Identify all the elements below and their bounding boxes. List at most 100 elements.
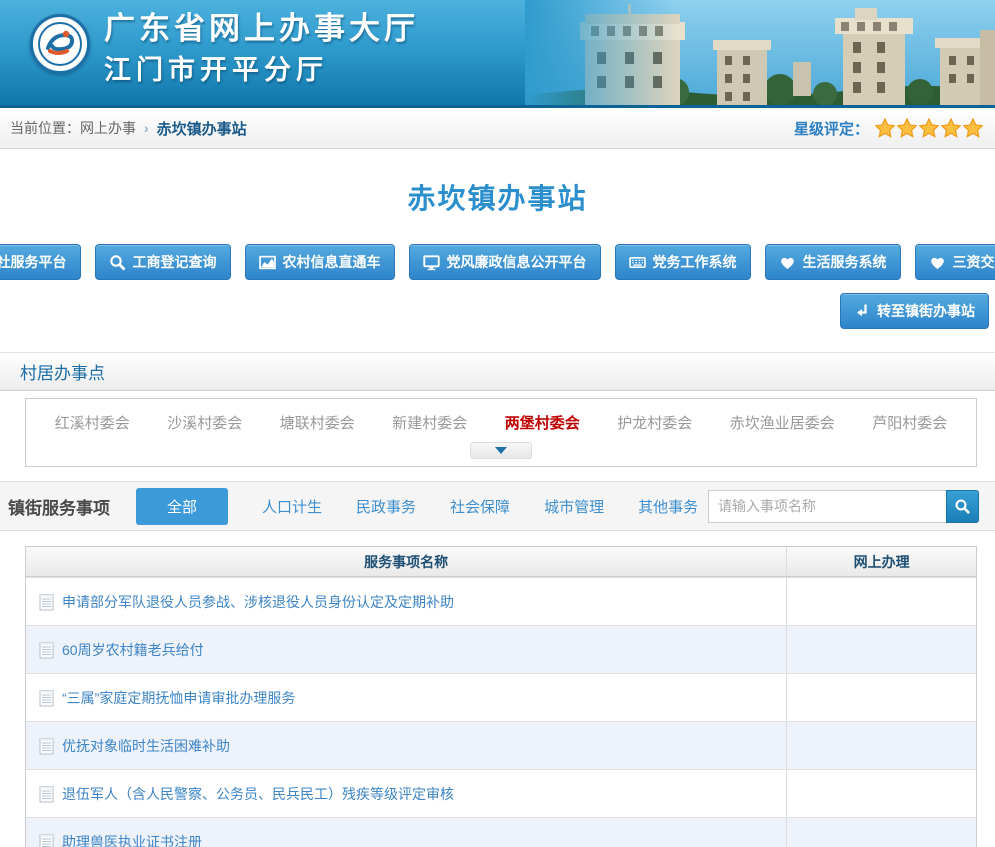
goto-town-station-button[interactable]: 转至镇街办事站 [840,293,989,329]
logo-swirl-icon [38,22,82,66]
table-row: “三属”家庭定期抚恤申请审批办理服务 [26,673,976,721]
site-subtitle: 江门市开平分厅 [104,50,419,90]
return-arrow-icon [854,303,870,319]
platform-button-label: 工商登记查询 [133,252,217,272]
platform-button-rural-info[interactable]: 农村信息直通车 [245,244,395,280]
platform-button-label: 党务工作系统 [653,252,737,272]
platform-button-label: 生活服务系统 [803,252,887,272]
chevron-right-icon: › [144,120,149,136]
rating-label: 星级评定： [794,118,869,139]
star-icon [919,118,939,138]
expand-villages-button[interactable] [470,442,532,459]
service-item-link[interactable]: 60周岁农村籍老兵给付 [62,640,204,660]
breadcrumb-current: 赤坎镇办事站 [157,118,247,139]
breadcrumb: 当前位置： 网上办事 › 赤坎镇办事站 [10,118,247,139]
online-cell [786,674,976,721]
village-section-title: 村居办事点 [20,359,105,384]
platform-button-party-disclosure[interactable]: 党风廉政信息公开平台 [409,244,601,280]
village-expand-row [36,442,966,459]
site-header: 广东省网上办事大厅 江门市开平分厅 [0,0,995,108]
village-section-header: 村居办事点 [0,352,995,391]
online-cell [786,818,976,847]
document-icon [39,641,54,659]
service-item-link[interactable]: 申请部分军队退役人员参战、涉核退役人员身份认定及定期补助 [62,592,454,612]
tab-civil-affairs[interactable]: 民政事务 [356,496,416,517]
search-icon [954,498,971,515]
document-icon [39,785,54,803]
site-logo[interactable] [30,14,90,74]
heart-icon [929,254,946,271]
platform-button-business-registry[interactable]: 工商登记查询 [95,244,231,280]
village-link-xinjian[interactable]: 新建村委会 [392,412,467,433]
service-section-title: 镇街服务事项 [8,494,110,519]
table-row: 退伍军人（含人民警察、公务员、民兵民工）残疾等级评定审核 [26,769,976,817]
document-icon [39,593,54,611]
village-link-chikan-fishery[interactable]: 赤坎渔业居委会 [730,412,835,433]
search-button[interactable] [946,490,979,523]
star-icon [963,118,983,138]
column-header-service-name: 服务事项名称 [26,547,786,576]
page-title: 赤坎镇办事站 [0,177,995,217]
village-link-shaxi[interactable]: 沙溪村委会 [167,412,242,433]
platform-button-label: 党风廉政信息公开平台 [447,252,587,272]
tab-other-affairs[interactable]: 其他事务 [638,496,698,517]
search-input[interactable] [708,490,946,523]
breadcrumb-prefix: 当前位置： [10,118,80,138]
document-icon [39,737,54,755]
star-icon [941,118,961,138]
redirect-button-label: 转至镇街办事站 [877,301,975,321]
table-row: 助理兽医执业证书注册 [26,817,976,847]
platform-button-life-services[interactable]: 生活服务系统 [765,244,901,280]
service-filter-bar: 镇街服务事项 全部 人口计生 民政事务 社会保障 城市管理 其他事务 [0,481,995,531]
table-row: 申请部分军队退役人员参战、涉核退役人员身份认定及定期补助 [26,577,976,625]
village-link-luyang[interactable]: 芦阳村委会 [872,412,947,433]
service-item-link[interactable]: 助理兽医执业证书注册 [62,832,202,847]
village-link-hongxi[interactable]: 红溪村委会 [55,412,130,433]
platform-button-label: 农村信息直通车 [283,252,381,272]
online-cell [786,578,976,625]
service-tabs: 全部 人口计生 民政事务 社会保障 城市管理 其他事务 [136,488,708,525]
monitor-icon [423,254,440,271]
village-box: 红溪村委会 沙溪村委会 塘联村委会 新建村委会 两堡村委会 护龙村委会 赤坎渔业… [25,398,977,467]
online-cell [786,722,976,769]
search-box [708,490,979,523]
village-link-liangbao[interactable]: 两堡村委会 [505,412,580,433]
table-row: 60周岁农村籍老兵给付 [26,625,976,673]
site-title: 广东省网上办事大厅 [104,8,419,50]
tab-all[interactable]: 全部 [136,488,228,525]
platform-button-assets-trading[interactable]: 三资交易平台 [915,244,995,280]
document-icon [39,689,54,707]
village-links: 红溪村委会 沙溪村委会 塘联村委会 新建村委会 两堡村委会 护龙村委会 赤坎渔业… [36,412,966,433]
village-link-tanglian[interactable]: 塘联村委会 [280,412,355,433]
keyboard-icon [629,254,646,271]
tab-social-security[interactable]: 社会保障 [450,496,510,517]
header-buildings-image [525,0,995,108]
service-item-link[interactable]: 退伍军人（含人民警察、公务员、民兵民工）残疾等级评定审核 [62,784,454,804]
star-rating: 星级评定： [794,118,983,139]
table-header-row: 服务事项名称 网上办理 [26,547,976,577]
platform-button-social-services[interactable]: 人社服务平台 [0,244,81,280]
service-table: 服务事项名称 网上办理 申请部分军队退役人员参战、涉核退役人员身份认定及定期补助… [25,546,977,847]
service-item-link[interactable]: “三属”家庭定期抚恤申请审批办理服务 [62,688,295,708]
chart-icon [259,254,276,271]
star-icon [875,118,895,138]
service-item-link[interactable]: 优抚对象临时生活困难补助 [62,736,230,756]
tab-population[interactable]: 人口计生 [262,496,322,517]
tab-city-management[interactable]: 城市管理 [544,496,604,517]
heart-icon [779,254,796,271]
breadcrumb-bar: 当前位置： 网上办事 › 赤坎镇办事站 星级评定： [0,108,995,149]
magnifier-icon [109,254,126,271]
chevron-down-icon [495,447,507,454]
document-icon [39,833,54,847]
online-cell [786,626,976,673]
platform-button-label: 三资交易平台 [953,252,995,272]
platform-button-label: 人社服务平台 [0,252,67,272]
redirect-row: 转至镇街办事站 [0,293,989,329]
star-icon [897,118,917,138]
column-header-online: 网上办理 [786,547,976,576]
table-row: 优抚对象临时生活困难补助 [26,721,976,769]
online-cell [786,770,976,817]
village-link-hulong[interactable]: 护龙村委会 [617,412,692,433]
breadcrumb-parent-link[interactable]: 网上办事 [80,118,136,138]
platform-button-party-work[interactable]: 党务工作系统 [615,244,751,280]
